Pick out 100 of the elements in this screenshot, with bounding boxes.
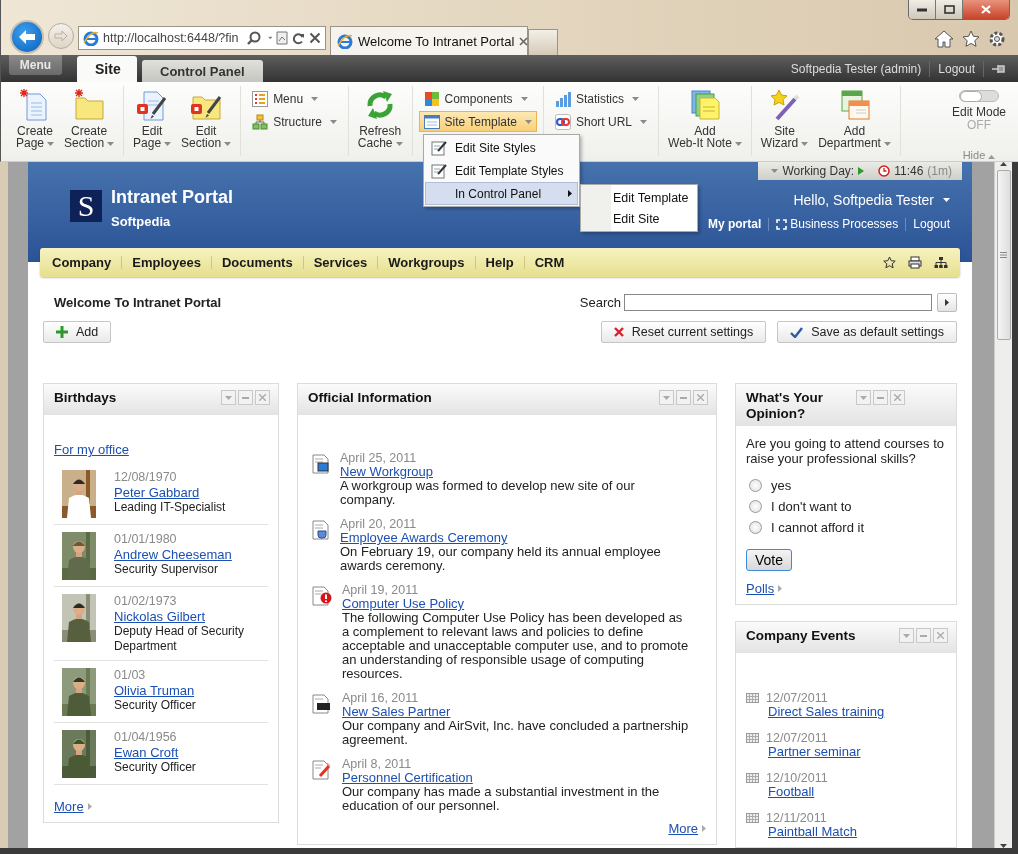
toolbar-button[interactable]: Components (418, 88, 533, 109)
forward-button[interactable] (48, 23, 74, 49)
toolbar-button[interactable]: Create Section (59, 86, 120, 152)
person-link[interactable]: Nickolas Gilbert (114, 609, 268, 624)
collapse-button[interactable] (899, 628, 914, 643)
link-icon (555, 113, 571, 130)
edit-mode-state: OFF (967, 119, 991, 131)
event-link[interactable]: Partner seminar (746, 745, 946, 759)
news-date: April 25, 2011 (340, 451, 418, 465)
favorites-button[interactable] (962, 30, 980, 48)
collapse-button[interactable] (221, 390, 236, 405)
settings-button[interactable] (988, 30, 1006, 48)
nav-link[interactable]: Workgroups (388, 255, 465, 270)
menu-button[interactable]: Menu (9, 55, 62, 75)
home-button[interactable] (934, 30, 954, 48)
tab[interactable]: Site (77, 56, 137, 82)
vote-button[interactable]: Vote (746, 549, 793, 571)
add-button[interactable]: Add (43, 321, 112, 343)
menu-item[interactable]: In Control Panel (425, 182, 578, 205)
news-link[interactable]: New Workgroup (340, 465, 692, 479)
collapse-button[interactable] (856, 390, 871, 405)
radio-button[interactable] (749, 500, 762, 513)
new-tab-button[interactable] (528, 29, 558, 55)
search-field[interactable] (624, 293, 932, 311)
more-link[interactable]: More (668, 821, 698, 836)
toolbar-button[interactable]: Edit Page (128, 86, 177, 152)
toolbar-button[interactable]: Structure (247, 111, 342, 132)
reset-button[interactable]: Reset current settings (600, 321, 767, 343)
close-button[interactable] (255, 390, 270, 405)
birth-date: 01/02/1973 (114, 594, 178, 609)
star-icon (962, 30, 980, 48)
radio-button[interactable] (749, 479, 762, 492)
close-button[interactable] (890, 390, 905, 405)
close-button[interactable] (933, 628, 948, 643)
arrow-right-icon (778, 585, 783, 592)
toggle-switch[interactable] (959, 90, 999, 102)
person-link[interactable]: Ewan Croft (114, 745, 196, 760)
close-button[interactable] (963, 0, 1009, 19)
tab[interactable]: Control Panel (142, 60, 263, 82)
toolbar-button[interactable]: Edit Section (176, 86, 237, 152)
browser-tab[interactable]: Welcome To Intranet Portal (330, 26, 528, 55)
scrollbar[interactable] (994, 162, 1012, 848)
news-link[interactable]: Computer Use Policy (342, 597, 692, 611)
menu-item[interactable]: Edit Template (581, 187, 697, 208)
news-link[interactable]: Personnel Certification (342, 771, 692, 785)
news-link[interactable]: Employee Awards Ceremony (340, 531, 692, 545)
collapse-button[interactable] (659, 390, 674, 405)
toolbar-button[interactable]: Add Web-It Note (663, 86, 747, 152)
maximize-button[interactable] (936, 0, 963, 19)
radio-button[interactable] (749, 521, 762, 534)
search-button[interactable] (937, 292, 957, 312)
person-link[interactable]: Andrew Cheeseman (114, 547, 232, 562)
filter-link[interactable]: For my office (54, 442, 129, 457)
nav-link[interactable]: Help (485, 255, 514, 270)
toolbar-button[interactable]: Site Template (418, 111, 537, 132)
calendar-icon (746, 693, 759, 703)
event-date: 12/07/2011 (766, 691, 828, 705)
minimize-button[interactable] (909, 0, 936, 19)
person-link[interactable]: Olivia Truman (114, 683, 196, 698)
header-link[interactable]: My portal (707, 217, 762, 231)
more-link[interactable]: More (54, 799, 84, 814)
event-link[interactable]: Football (746, 785, 946, 799)
tiles-icon (423, 90, 440, 107)
nav-link[interactable]: CRM (534, 255, 565, 270)
menu-item[interactable]: Edit Site (581, 208, 697, 229)
favorite-button[interactable] (883, 256, 896, 269)
event-link[interactable]: Paintball Match (746, 825, 946, 839)
save-button[interactable]: Save as default settings (777, 321, 957, 343)
caret-down-icon (903, 633, 910, 638)
close-button[interactable] (693, 390, 708, 405)
address-bar[interactable]: http://localhost:6448/?fin (78, 26, 326, 50)
nav-link[interactable]: Employees (132, 255, 201, 270)
header-link[interactable]: Logout (913, 217, 950, 231)
header-link[interactable]: Business Processes (776, 217, 899, 231)
job-title: Leading IT-Specialist (114, 500, 226, 515)
menu-item[interactable]: Edit Template Styles (425, 159, 578, 182)
person-link[interactable]: Peter Gabbard (114, 485, 226, 500)
nav-link[interactable]: Company (52, 255, 112, 270)
logout-link[interactable]: Logout (938, 61, 975, 76)
nav-link[interactable]: Services (313, 255, 368, 270)
news-link[interactable]: New Sales Partner (342, 705, 692, 719)
toolbar-button[interactable]: Create Page (11, 86, 60, 152)
working-day-bar[interactable]: Working Day: 11:46 (1m) (758, 162, 962, 180)
print-button[interactable] (908, 256, 922, 269)
event-link[interactable]: Direct Sales training (746, 705, 946, 719)
toolbar-button[interactable]: Site Wizard (755, 86, 814, 152)
toolbar-button[interactable]: Menu (247, 88, 324, 109)
toolbar-button[interactable]: Short URL (550, 111, 653, 132)
close-icon (937, 632, 944, 639)
polls-link[interactable]: Polls (746, 581, 775, 596)
new-folder-icon (73, 89, 106, 121)
toolbar-button[interactable]: Refresh Cache (352, 86, 408, 152)
nav-link[interactable]: Documents (221, 255, 293, 270)
toolbar-button[interactable]: Add Department (813, 86, 896, 152)
sitemap-button[interactable] (934, 256, 948, 269)
back-button[interactable] (10, 20, 44, 54)
magic-wand-icon (768, 89, 801, 121)
menu-item[interactable]: Edit Site Styles (425, 136, 578, 159)
search-icon (246, 31, 261, 45)
toolbar-button[interactable]: Statistics (550, 88, 644, 109)
